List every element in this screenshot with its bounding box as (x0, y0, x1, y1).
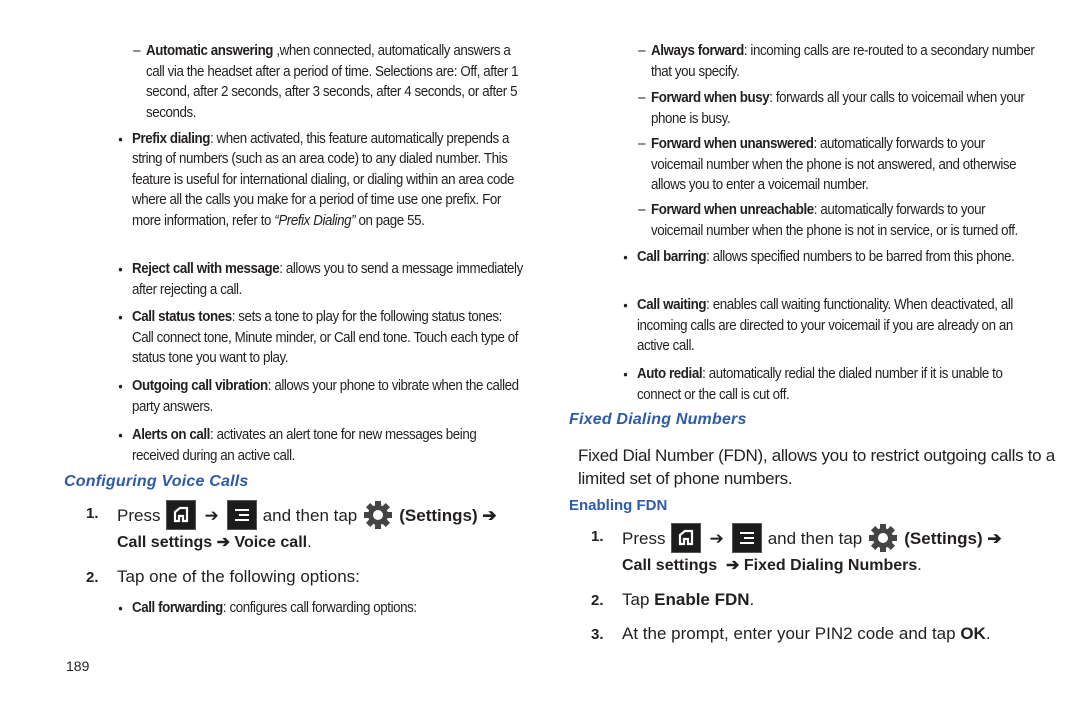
step-2-instruction: Tap one of the following options: (117, 567, 360, 586)
bullet-marker: • (118, 131, 123, 147)
right-arrow-icon: ➔ (726, 557, 740, 574)
auto-answer-item: – Automatic answering ,when connected, a… (133, 43, 519, 121)
forward-item-always: – Always forward: incoming calls are re-… (638, 43, 1035, 80)
step-number: 3. (591, 626, 604, 643)
subheading-enabling-fdn: Enabling FDN (569, 497, 668, 514)
bullet-auto-redial: • Auto redial: automatically redial the … (623, 366, 1003, 403)
bullet-marker: • (118, 261, 123, 277)
step-1-path: Call settings ➔ Voice call. (117, 531, 312, 554)
fdn-step-1-path: Call settings ➔ Fixed Dialing Numbers. (622, 554, 922, 577)
right-arrow-icon: ➔ (204, 505, 219, 525)
forward-item-unreachable: – Forward when unreachable: automaticall… (638, 202, 1018, 239)
fdn-step-2-instruction: Tap Enable FDN. (622, 590, 755, 609)
home-key-icon (671, 523, 702, 553)
bullet-reject-call: • Reject call with message: allows you t… (118, 261, 523, 298)
bullet-call-forwarding: • Call forwarding: configures call forwa… (118, 598, 523, 619)
bullet-marker: • (623, 297, 628, 313)
dash-marker: – (638, 90, 646, 106)
menu-key-icon (226, 500, 257, 530)
step-number: 1. (86, 505, 99, 522)
right-arrow-icon: ➔ (987, 528, 1002, 548)
dash-marker: – (638, 43, 646, 59)
step-number: 2. (86, 569, 99, 586)
menu-key-icon (731, 523, 762, 553)
dash-marker: – (638, 202, 646, 218)
section-heading-configuring-voice-calls: Configuring Voice Calls (64, 473, 249, 490)
fdn-step-1-instruction: Press ➔ and then tap (Settings) ➔ (622, 523, 1002, 553)
settings-gear-icon (868, 523, 898, 553)
forward-item-busy: – Forward when busy: forwards all your c… (638, 90, 1025, 127)
bullet-marker: • (118, 378, 123, 394)
bullet-marker: • (118, 600, 123, 616)
home-key-icon (166, 500, 197, 530)
right-arrow-icon: ➔ (709, 528, 724, 548)
bullet-marker: • (118, 427, 123, 443)
bullet-alerts-on-call: • Alerts on call: activates an alert ton… (118, 427, 477, 464)
bullet-prefix-dialing: • Prefix dialing: when activated, this f… (118, 131, 515, 229)
settings-gear-icon (363, 500, 393, 530)
cross-reference-link[interactable]: “Prefix Dialing” (274, 213, 355, 229)
bullet-marker: • (118, 309, 123, 325)
fdn-intro-paragraph: Fixed Dial Number (FDN), allows you to r… (578, 446, 1055, 488)
bullet-call-barring: • Call barring: allows specified numbers… (623, 247, 1033, 268)
forward-item-unanswered: – Forward when unanswered: automatically… (638, 136, 1017, 193)
dash-marker: – (638, 136, 646, 152)
bullet-call-waiting: • Call waiting: enables call waiting fun… (623, 297, 1013, 354)
right-arrow-icon: ➔ (482, 505, 497, 525)
bullet-outgoing-vibration: • Outgoing call vibration: allows your p… (118, 378, 519, 415)
bullet-call-status-tones: • Call status tones: sets a tone to play… (118, 309, 519, 366)
section-heading-fixed-dialing-numbers: Fixed Dialing Numbers (569, 411, 747, 428)
step-number: 2. (591, 592, 604, 609)
bullet-marker: • (623, 249, 628, 265)
page-number: 189 (66, 658, 90, 674)
dash-marker: – (133, 43, 141, 59)
step-number: 1. (591, 528, 604, 545)
step-1-instruction: Press ➔ and then tap (Settings) ➔ (117, 500, 497, 530)
fdn-step-3-instruction: At the prompt, enter your PIN2 code and … (622, 624, 991, 643)
bullet-marker: • (623, 366, 628, 382)
right-arrow-icon: ➔ (216, 534, 230, 551)
